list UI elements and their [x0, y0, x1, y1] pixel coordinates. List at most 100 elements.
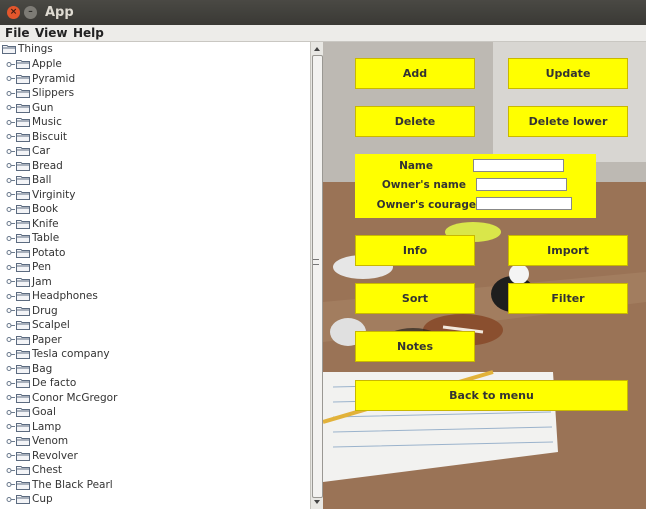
expand-handle-icon[interactable] [6, 277, 16, 286]
owner-name-input[interactable] [476, 178, 567, 191]
expand-handle-icon[interactable] [6, 393, 16, 402]
expand-handle-icon[interactable] [6, 335, 16, 344]
owner-courage-input[interactable] [476, 197, 572, 210]
menu-file[interactable]: File [5, 26, 30, 40]
expand-handle-icon[interactable] [6, 480, 16, 489]
tree-item[interactable]: Paper [6, 334, 62, 349]
folder-icon [16, 263, 30, 272]
tree-item[interactable]: Bag [6, 363, 52, 378]
filter-button[interactable]: Filter [508, 283, 628, 314]
tree-item[interactable]: Car [6, 145, 50, 160]
expand-handle-icon[interactable] [6, 234, 16, 243]
expand-handle-icon[interactable] [6, 118, 16, 127]
back-to-menu-button[interactable]: Back to menu [355, 380, 628, 411]
tree-scrollbar[interactable] [310, 42, 324, 509]
import-button[interactable]: Import [508, 235, 628, 266]
tree-item[interactable]: Book [6, 203, 58, 218]
tree-item[interactable]: Chest [6, 464, 62, 479]
expand-handle-icon[interactable] [6, 321, 16, 330]
expand-handle-icon[interactable] [6, 132, 16, 141]
expand-handle-icon[interactable] [6, 350, 16, 359]
tree-item-label: Chest [32, 464, 63, 476]
tree-item[interactable]: Potato [6, 247, 65, 262]
tree-item[interactable]: Venom [6, 435, 68, 450]
close-window-button[interactable]: × [7, 6, 20, 19]
tree-item[interactable]: Slippers [6, 87, 74, 102]
tree-item[interactable]: Cup [6, 493, 53, 508]
folder-icon [16, 89, 30, 98]
expand-handle-icon[interactable] [6, 379, 16, 388]
expand-handle-icon[interactable] [6, 103, 16, 112]
tree-root-node[interactable]: Things [2, 43, 53, 58]
folder-icon [16, 147, 30, 156]
menu-help[interactable]: Help [73, 26, 104, 40]
folder-icon [16, 190, 30, 200]
name-input[interactable] [473, 159, 564, 172]
tree-item[interactable]: Pen [6, 261, 51, 276]
folder-icon [16, 495, 30, 504]
minimize-window-button[interactable]: – [24, 6, 37, 19]
tree-item[interactable]: Pyramid [6, 73, 75, 88]
expand-handle-icon[interactable] [6, 466, 16, 475]
tree-item[interactable]: Revolver [6, 450, 78, 465]
folder-icon [16, 480, 30, 490]
expand-handle-icon[interactable] [6, 437, 16, 446]
expand-handle-icon[interactable] [6, 364, 16, 373]
delete-lower-button[interactable]: Delete lower [508, 106, 628, 137]
tree-item[interactable]: Apple [6, 58, 62, 73]
expand-handle-icon[interactable] [6, 422, 16, 431]
tree-item[interactable]: Tesla company [6, 348, 110, 363]
things-tree[interactable]: Things Apple Pyramid Slippers Gun Music Biscu… [0, 42, 310, 509]
tree-item[interactable]: Virginity [6, 189, 76, 204]
expand-handle-icon[interactable] [6, 190, 16, 199]
expand-handle-icon[interactable] [6, 408, 16, 417]
expand-handle-icon[interactable] [6, 74, 16, 83]
expand-handle-icon[interactable] [6, 219, 16, 228]
sort-button[interactable]: Sort [355, 283, 475, 314]
tree-item[interactable]: Ball [6, 174, 51, 189]
tree-item[interactable]: Jam [6, 276, 52, 291]
tree-item[interactable]: Goal [6, 406, 56, 421]
expand-handle-icon[interactable] [6, 306, 16, 315]
tree-item[interactable]: The Black Pearl [6, 479, 113, 494]
tree-item[interactable]: Music [6, 116, 62, 131]
expand-handle-icon[interactable] [6, 161, 16, 170]
notes-button[interactable]: Notes [355, 331, 475, 362]
tree-item[interactable]: De facto [6, 377, 76, 392]
expand-handle-icon[interactable] [6, 147, 16, 156]
tree-item-label: Cup [32, 493, 53, 505]
tree-item[interactable]: Table [6, 232, 59, 247]
expand-handle-icon[interactable] [6, 60, 16, 69]
folder-icon [16, 306, 30, 316]
scroll-thumb[interactable] [312, 55, 323, 498]
tree-item[interactable]: Headphones [6, 290, 98, 305]
tree-item[interactable]: Conor McGregor [6, 392, 117, 407]
tree-item[interactable]: Knife [6, 218, 59, 233]
menu-view[interactable]: View [35, 26, 67, 40]
expand-handle-icon[interactable] [6, 451, 16, 460]
expand-handle-icon[interactable] [6, 248, 16, 257]
scroll-up-arrow-icon[interactable] [312, 44, 322, 54]
tree-item[interactable]: Bread [6, 160, 63, 175]
tree-item[interactable]: Gun [6, 102, 53, 117]
scroll-down-arrow-icon[interactable] [312, 497, 322, 507]
tree-item-label: Virginity [32, 188, 76, 201]
expand-handle-icon[interactable] [6, 89, 16, 98]
update-button[interactable]: Update [508, 58, 628, 89]
tree-item[interactable]: Scalpel [6, 319, 70, 334]
expand-handle-icon[interactable] [6, 292, 16, 301]
add-button[interactable]: Add [355, 58, 475, 89]
folder-icon [16, 364, 30, 374]
expand-handle-icon[interactable] [6, 205, 16, 214]
tree-item[interactable]: Biscuit [6, 131, 67, 146]
tree-item[interactable]: Lamp [6, 421, 61, 436]
tree-item[interactable]: Drug [6, 305, 58, 320]
info-button[interactable]: Info [355, 235, 475, 266]
split-pane-divider-grip[interactable] [313, 259, 319, 265]
folder-icon [16, 408, 30, 417]
delete-button[interactable]: Delete [355, 106, 475, 137]
expand-handle-icon[interactable] [6, 263, 16, 272]
expand-handle-icon[interactable] [6, 176, 16, 185]
expand-handle-icon[interactable] [6, 495, 16, 504]
folder-icon [16, 393, 30, 403]
